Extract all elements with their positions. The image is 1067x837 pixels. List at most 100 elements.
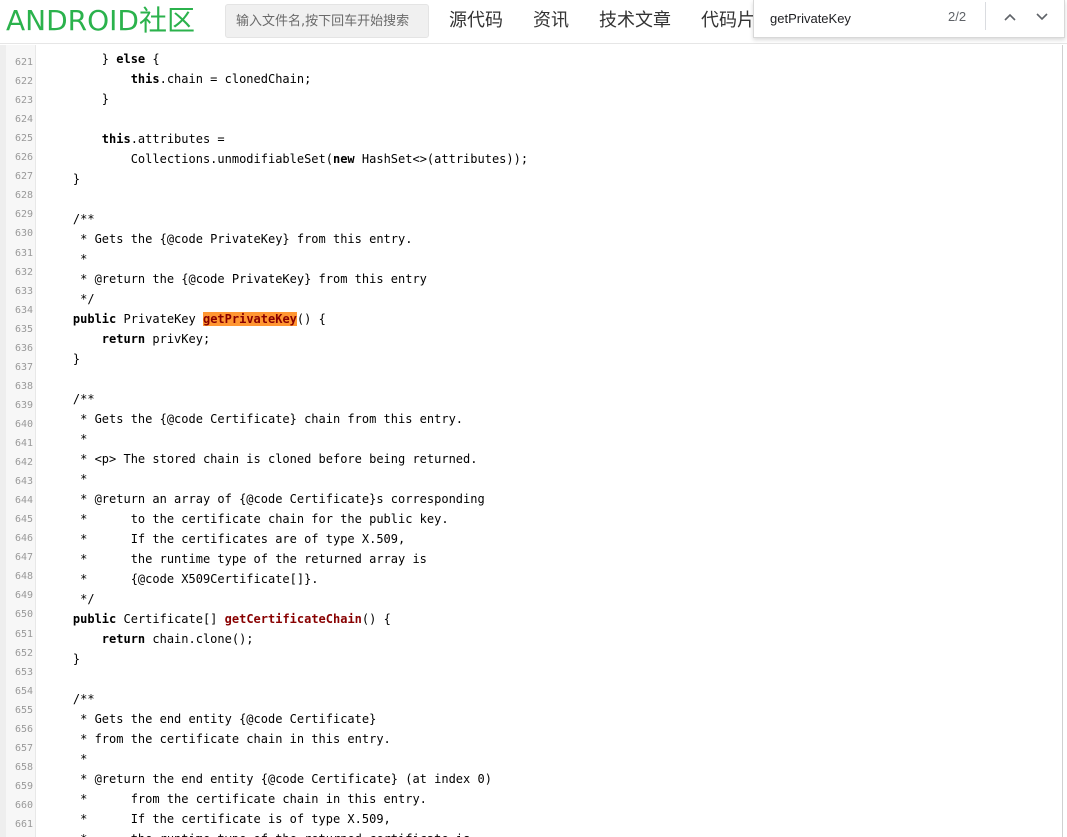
- page-right-border: [1062, 45, 1063, 837]
- nav-item-source[interactable]: 源代码: [449, 9, 503, 33]
- line-number: 655: [14, 704, 33, 716]
- code-token: .chain = clonedChain;: [159, 72, 312, 86]
- code-token: HashSet<>(attributes));: [354, 152, 529, 166]
- find-input[interactable]: [770, 8, 940, 28]
- code-token: * Gets the {@code Certificate} chain fro…: [44, 412, 464, 426]
- code-token: * {@code X509Certificate[]}.: [44, 572, 319, 586]
- code-token: * from the certificate chain in this ent…: [44, 732, 391, 746]
- code-token: Collections.unmodifiableSet(: [44, 152, 333, 166]
- code-token: * from the certificate chain in this ent…: [44, 792, 427, 806]
- code-token: PrivateKey: [116, 312, 203, 326]
- code-line: * Gets the {@code PrivateKey} from this …: [44, 231, 412, 247]
- code-token: /**: [44, 212, 95, 226]
- code-token: *: [44, 472, 88, 486]
- code-token: * the runtime type of the returned array…: [44, 552, 427, 566]
- line-number: 626: [14, 152, 33, 164]
- line-number: 631: [14, 247, 33, 259]
- code-line: * from the certificate chain in this ent…: [44, 791, 427, 807]
- code-token: /**: [44, 392, 95, 406]
- code-token: }: [44, 652, 81, 666]
- code-line: }: [44, 171, 80, 187]
- line-number: 646: [14, 533, 33, 545]
- line-number: 658: [14, 761, 33, 773]
- line-number: 625: [14, 133, 33, 145]
- nav-item-snippets[interactable]: 代码片段: [701, 9, 753, 33]
- code-token: */: [44, 592, 95, 606]
- site-logo[interactable]: ANDROID社区: [6, 4, 195, 38]
- find-prev-button[interactable]: [998, 5, 1022, 29]
- line-number: 635: [14, 323, 33, 335]
- code-line: * @return an array of {@code Certificate…: [44, 491, 485, 507]
- code-token: new: [332, 152, 355, 166]
- code-line: * Gets the {@code Certificate} chain fro…: [44, 411, 463, 427]
- code-line: }: [44, 351, 80, 367]
- code-line: public PrivateKey getPrivateKey() {: [44, 311, 326, 327]
- code-token: public: [72, 312, 117, 326]
- nav-item-articles[interactable]: 技术文章: [599, 9, 671, 33]
- line-number: 637: [14, 361, 33, 373]
- code-line: * @return the end entity {@code Certific…: [44, 771, 492, 787]
- code-token: * If the certificates are of type X.509,: [44, 532, 406, 546]
- code-viewer: 621 622 623 624 625 626 627 628 629 630 631 632 633 6…: [0, 45, 1067, 837]
- nav-item-news[interactable]: 资讯: [533, 9, 569, 33]
- line-number: 622: [14, 76, 33, 88]
- code-line: } else {: [44, 51, 160, 67]
- line-number: 640: [14, 418, 33, 430]
- line-number: 652: [14, 647, 33, 659]
- line-number: 644: [14, 495, 33, 507]
- line-number: 633: [14, 285, 33, 297]
- line-number: 648: [14, 571, 33, 583]
- code-token: this: [101, 132, 131, 146]
- code-line: *: [44, 251, 87, 267]
- line-number: 629: [14, 209, 33, 221]
- code-line: /**: [44, 691, 95, 707]
- line-number: 623: [14, 95, 33, 107]
- code-line: * Gets the end entity {@code Certificate…: [44, 711, 376, 727]
- find-divider: [985, 2, 986, 30]
- code-token: }: [44, 92, 110, 106]
- code-line: }: [44, 91, 109, 107]
- find-next-button[interactable]: [1030, 5, 1054, 29]
- line-number: 651: [14, 628, 33, 640]
- line-number: 628: [14, 190, 33, 202]
- code-line: public Certificate[] getCertificateChain…: [44, 611, 391, 627]
- line-number: 638: [14, 380, 33, 392]
- code-token: public: [72, 612, 117, 626]
- line-number: 642: [14, 457, 33, 469]
- code-token: return: [101, 632, 146, 646]
- code-line: * If the certificates are of type X.509,: [44, 531, 405, 547]
- code-token: *: [44, 752, 88, 766]
- code-token: privKey;: [145, 332, 211, 346]
- line-number: 649: [14, 590, 33, 602]
- code-token: *: [44, 432, 88, 446]
- code-line: return privKey;: [44, 331, 210, 347]
- code-token: /**: [44, 692, 95, 706]
- line-number: 630: [14, 228, 33, 240]
- code-line: /**: [44, 391, 95, 407]
- line-number: 621: [14, 57, 33, 68]
- code-token: * Gets the end entity {@code Certificate…: [44, 712, 377, 726]
- code-line: */: [44, 291, 94, 307]
- line-number: 645: [14, 514, 33, 526]
- code-token: else: [116, 52, 146, 66]
- code-token: .attributes =: [130, 132, 225, 146]
- code-token: *: [44, 252, 88, 266]
- code-token: Certificate[]: [116, 612, 225, 626]
- code-token: * <p> The stored chain is cloned before …: [44, 452, 478, 466]
- code-token: * @return the end entity {@code Certific…: [44, 772, 492, 786]
- code-line: *: [44, 751, 87, 767]
- line-number: 643: [14, 476, 33, 488]
- code-line: * the runtime type of the returned certi…: [44, 831, 470, 837]
- code-line: * from the certificate chain in this ent…: [44, 731, 391, 747]
- code-line: /**: [44, 211, 95, 227]
- code-token: * Gets the {@code PrivateKey} from this …: [44, 232, 413, 246]
- find-bar: 2/2: [753, 0, 1065, 38]
- code-line: Collections.unmodifiableSet(new HashSet<…: [44, 151, 528, 167]
- line-number: 634: [14, 304, 33, 316]
- code-token: }: [44, 172, 81, 186]
- code-line: this.chain = clonedChain;: [44, 71, 312, 87]
- file-search-input[interactable]: [225, 4, 429, 38]
